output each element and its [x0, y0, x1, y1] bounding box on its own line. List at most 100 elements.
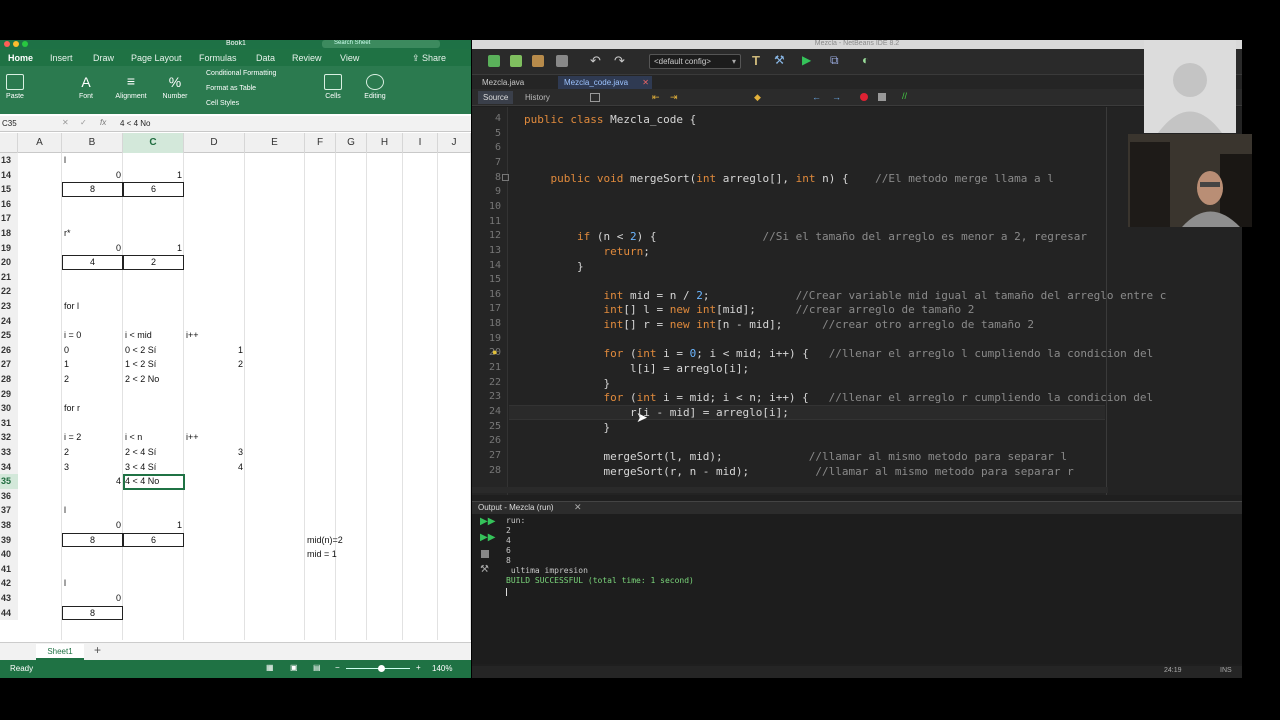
column-header-i[interactable]: I	[403, 133, 438, 153]
row-header[interactable]: 27	[0, 357, 18, 372]
row-header[interactable]: 16	[0, 196, 18, 212]
row-header[interactable]: 22	[0, 284, 18, 299]
code-line[interactable]: l[i] = arreglo[i];	[524, 362, 749, 375]
row-header[interactable]: 32	[0, 430, 18, 445]
row-header[interactable]: 35	[0, 474, 18, 489]
cell-b32[interactable]: i = 2	[62, 430, 123, 445]
close-output-icon[interactable]: ✕	[574, 502, 582, 513]
last-edit-icon[interactable]	[590, 93, 600, 102]
comment-icon[interactable]: //	[902, 91, 907, 101]
tab-insert[interactable]: Insert	[50, 53, 73, 63]
code-line[interactable]: }	[524, 260, 584, 273]
cell-b35[interactable]: 4	[62, 474, 123, 489]
maximize-window-button[interactable]	[22, 41, 28, 47]
code-editor[interactable]: 4 5 6 7 8 9 10 11 12 13 14 15 16 17 18 19 20 21 22 23 24 25 26…	[472, 107, 1242, 495]
row-header[interactable]: 34	[0, 459, 18, 475]
cell-b38[interactable]: 0	[62, 518, 123, 533]
cell-b23[interactable]: for l	[62, 299, 123, 314]
column-header-g[interactable]: G	[336, 133, 367, 153]
hint-bulb-icon[interactable]: ●	[492, 347, 497, 357]
sheet-tab-sheet1[interactable]: Sheet1	[36, 644, 84, 660]
undo-icon[interactable]: ↶	[590, 53, 601, 69]
zoom-out-icon[interactable]: −	[335, 663, 340, 672]
row-header[interactable]: 19	[0, 240, 18, 256]
column-header-e[interactable]: E	[245, 133, 305, 153]
active-cell-selection[interactable]	[123, 474, 185, 490]
format-as-table-button[interactable]: Format as Table	[206, 85, 256, 92]
cell-d26[interactable]: 1	[184, 343, 245, 358]
tab-page-layout[interactable]: Page Layout	[131, 53, 182, 63]
cells-button[interactable]: Cells	[320, 74, 346, 100]
row-header[interactable]: 43	[0, 591, 18, 606]
code-line[interactable]: return;	[524, 245, 649, 258]
code-line[interactable]: mergeSort(r, n - mid); //llamar al mismo…	[524, 465, 1073, 478]
row-header[interactable]: 17	[0, 211, 18, 226]
row-header[interactable]: 13	[0, 153, 18, 168]
code-line[interactable]: for (int i = mid; i < n; i++) { //llenar…	[524, 391, 1153, 404]
cell-b25[interactable]: i = 0	[62, 328, 123, 343]
cell-c28[interactable]: 2 < 2 No	[123, 372, 184, 387]
run-icon[interactable]: ▶	[802, 53, 811, 67]
row-header[interactable]: 44	[0, 605, 18, 621]
code-line[interactable]: r[i - mid] = arreglo[i];	[524, 406, 789, 419]
column-header-j[interactable]: J	[438, 133, 471, 153]
code-line[interactable]: public class Mezcla_code {	[524, 113, 696, 126]
row-header[interactable]: 31	[0, 415, 18, 431]
cell-b28[interactable]: 2	[62, 372, 123, 387]
column-header-c[interactable]: C	[123, 133, 184, 153]
row-header[interactable]: 37	[0, 503, 18, 518]
cell-c34[interactable]: 3 < 4 Sí	[123, 460, 184, 475]
select-all-corner[interactable]	[0, 133, 18, 153]
cell-b14[interactable]: 0	[62, 168, 123, 183]
page-break-view-icon[interactable]: ▤	[313, 663, 321, 672]
column-header-b[interactable]: B	[62, 133, 123, 153]
row-header[interactable]: 36	[0, 488, 18, 504]
cell-c19[interactable]: 1	[123, 241, 184, 256]
row-header[interactable]: 42	[0, 576, 18, 591]
new-file-icon[interactable]	[488, 55, 500, 67]
cell-b18[interactable]: r*	[62, 226, 123, 241]
function-icon[interactable]: fx	[100, 118, 106, 127]
cell-c26[interactable]: 0 < 2 Sí	[123, 343, 184, 358]
cell-styles-button[interactable]: Cell Styles	[206, 100, 239, 107]
share-button[interactable]: ⇪ Share	[412, 53, 446, 64]
stop-icon[interactable]	[481, 550, 489, 558]
tab-formulas[interactable]: Formulas	[199, 53, 237, 63]
cell-b13[interactable]: l	[62, 153, 123, 168]
toggle-bookmark-icon[interactable]: ◆	[754, 92, 761, 103]
cell-f39[interactable]: mid(n)=2	[305, 533, 385, 548]
cell-c25[interactable]: i < mid	[123, 328, 184, 343]
conditional-formatting-button[interactable]: Conditional Formatting	[206, 70, 276, 77]
stop-macro-icon[interactable]	[878, 93, 886, 101]
zoom-slider-thumb[interactable]	[378, 665, 385, 672]
code-line[interactable]: if (n < 2) { //Si el tamaño del arreglo …	[524, 230, 1087, 243]
cell-b26[interactable]: 0	[62, 343, 123, 358]
shift-left-icon[interactable]: ←	[812, 92, 821, 102]
name-box[interactable]: C35	[2, 119, 17, 128]
editing-button[interactable]: Editing	[360, 74, 390, 100]
cell-b42[interactable]: l	[62, 576, 123, 591]
tab-data[interactable]: Data	[256, 53, 275, 63]
row-header[interactable]: 18	[0, 226, 18, 241]
find-next-icon[interactable]: ⇥	[670, 92, 678, 103]
row-header[interactable]: 28	[0, 372, 18, 387]
number-button[interactable]: % Number	[160, 74, 190, 100]
output-panel[interactable]: ▶▶ ▶▶ ⚒ run: 2 4 6 8 ultima impresion BUILD S…	[472, 514, 1242, 664]
row-header[interactable]: 39	[0, 532, 18, 548]
cell-b34[interactable]: 3	[62, 460, 123, 475]
code-line[interactable]: public void mergeSort(int arreglo[], int…	[524, 172, 1054, 185]
cell-b30[interactable]: for r	[62, 401, 123, 416]
row-header[interactable]: 14	[0, 167, 18, 183]
code-line[interactable]: }	[524, 377, 610, 390]
row-header[interactable]: 29	[0, 386, 18, 402]
row-header[interactable]: 23	[0, 299, 18, 314]
tab-draw[interactable]: Draw	[93, 53, 114, 63]
close-window-button[interactable]	[4, 41, 10, 47]
row-header[interactable]: 30	[0, 401, 18, 416]
tab-source[interactable]: Source	[478, 91, 514, 104]
cell-c14[interactable]: 1	[123, 168, 184, 183]
rerun-with-params-icon[interactable]: ▶▶	[480, 532, 495, 543]
cell-f40[interactable]: mid = 1	[305, 547, 385, 562]
open-project-icon[interactable]	[532, 55, 544, 67]
file-tab-mezcla[interactable]: Mezcla.java	[476, 76, 530, 89]
